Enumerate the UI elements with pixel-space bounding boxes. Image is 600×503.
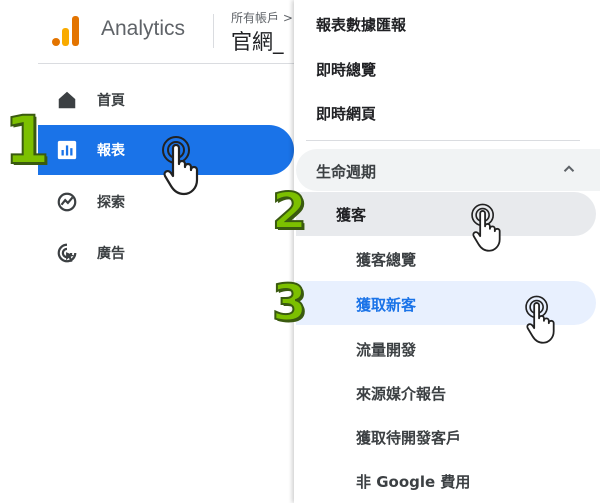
group-acquisition-label: 獲客 — [336, 206, 367, 224]
step-badge-2: 2 — [271, 182, 308, 240]
account-breadcrumb[interactable]: 所有帳戶 > — [231, 9, 293, 26]
submenu-item-lead-acquisition[interactable]: 獲取待開發客戶 — [356, 427, 461, 448]
submenu-item-traffic-acquisition[interactable]: 流量開發 — [356, 339, 416, 360]
analytics-logo-icon[interactable] — [52, 14, 82, 46]
section-lifecycle-label: 生命週期 — [316, 163, 377, 181]
sidebar-item-label: 廣告 — [97, 246, 125, 262]
header-divider — [213, 14, 214, 48]
chevron-up-icon[interactable] — [560, 160, 578, 178]
step-badge-1: 1 — [3, 102, 51, 179]
sidebar-item-label: 報表 — [97, 143, 125, 159]
app-name: Analytics — [101, 17, 186, 40]
reports-icon — [57, 140, 77, 160]
submenu-item-realtime-pages[interactable]: 即時網頁 — [316, 103, 376, 124]
sidebar-item-label: 首頁 — [97, 93, 125, 109]
sidebar-item-advertising[interactable]: 廣告 — [38, 228, 294, 278]
submenu-item-source-medium[interactable]: 來源媒介報告 — [356, 383, 446, 404]
submenu-item-acquisition-overview[interactable]: 獲客總覽 — [356, 249, 416, 270]
submenu-item-realtime-overview[interactable]: 即時總覽 — [316, 59, 376, 80]
submenu-divider — [306, 140, 580, 141]
sidebar-item-label: 探索 — [97, 195, 125, 211]
tap-hand-cursor-icon — [471, 203, 501, 252]
step-badge-3: 3 — [271, 274, 308, 332]
home-icon — [58, 91, 76, 109]
topbar: Analytics 所有帳戶 > 官網_ — [38, 0, 294, 64]
advertising-icon — [57, 243, 77, 263]
tap-hand-cursor-icon — [162, 136, 199, 196]
left-margin — [0, 0, 38, 503]
sidebar-item-home[interactable]: 首頁 — [38, 75, 294, 125]
property-name[interactable]: 官網_ — [231, 26, 284, 56]
submenu-item-snapshot[interactable]: 報表數據匯報 — [316, 14, 406, 35]
tap-hand-cursor-icon — [525, 295, 555, 344]
submenu-item-non-google-cost[interactable]: 非 Google 費用 — [356, 471, 470, 492]
explore-icon — [57, 192, 77, 212]
submenu-item-user-acquisition[interactable]: 獲取新客 — [356, 294, 416, 315]
